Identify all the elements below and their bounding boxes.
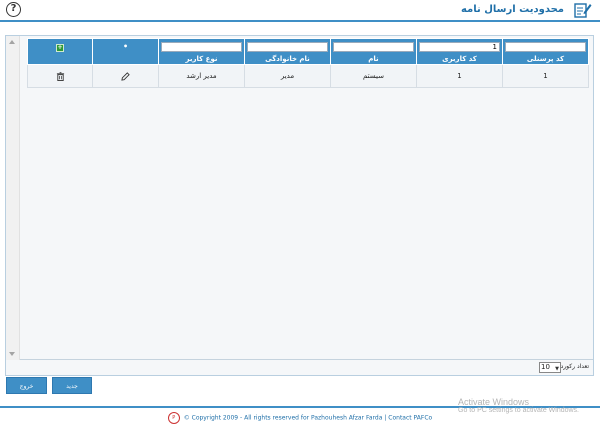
- windows-activation-watermark: Activate Windows Go to PC settings to ac…: [458, 397, 579, 414]
- header-divider: [0, 20, 600, 22]
- edit-document-icon: [574, 3, 592, 18]
- add-row-icon[interactable]: +: [56, 44, 64, 52]
- cell-last-name: مدیر: [244, 64, 331, 88]
- column-header-last-name: نام خانوادگی: [244, 38, 331, 65]
- contact-link[interactable]: Contact PAFCo: [388, 415, 432, 422]
- column-header-user-type: نوع کاربر: [158, 38, 245, 65]
- table-header-row: کد پرسنلی کد کاربری نام نام خانوادگی: [27, 38, 589, 65]
- grid-area: کد پرسنلی کد کاربری نام نام خانوادگی: [6, 36, 593, 360]
- filter-first-name-input[interactable]: [333, 42, 414, 52]
- column-header-first-name: نام: [330, 38, 417, 65]
- cell-delete: [27, 64, 93, 88]
- footer: P © Copyright 2009 - All rights reserved…: [0, 412, 600, 426]
- column-label: کد پرسنلی: [526, 55, 565, 63]
- column-label: نام: [368, 55, 379, 63]
- scroll-up-arrow-icon[interactable]: [9, 40, 15, 44]
- column-label: نام خانوادگی: [265, 55, 310, 63]
- page-title: محدودیت ارسال نامه: [460, 4, 564, 15]
- trash-icon[interactable]: [56, 71, 65, 81]
- users-table: کد پرسنلی کد کاربری نام نام خانوادگی: [27, 38, 589, 88]
- exit-button[interactable]: خروج: [6, 377, 47, 394]
- cell-user-type: مدیر ارشد: [158, 64, 245, 88]
- cell-personnel-code: 1: [502, 64, 589, 88]
- edit-column-mark: •: [122, 42, 129, 51]
- pafco-logo-icon: P: [167, 412, 180, 424]
- column-header-edit: •: [92, 38, 159, 65]
- pencil-icon[interactable]: [121, 71, 130, 81]
- cell-edit: [92, 64, 159, 88]
- column-header-user-code: کد کاربری: [416, 38, 503, 65]
- grid-panel: کد پرسنلی کد کاربری نام نام خانوادگی: [5, 35, 594, 376]
- pager: 10 ▼ تعداد رکورد: [6, 360, 593, 376]
- column-label: کد کاربری: [442, 55, 477, 63]
- column-label: نوع کاربر: [185, 55, 218, 63]
- page-size-value: 10: [541, 363, 550, 371]
- filter-user-type-input[interactable]: [161, 42, 242, 52]
- filter-user-code-input[interactable]: [419, 42, 500, 52]
- cell-user-code: 1: [416, 64, 503, 88]
- chevron-down-icon: ▼: [555, 366, 559, 372]
- new-button[interactable]: جدید: [52, 377, 92, 394]
- scroll-down-arrow-icon[interactable]: [9, 352, 15, 356]
- column-header-personnel-code: کد پرسنلی: [502, 38, 589, 65]
- cell-first-name: سیستم: [330, 64, 417, 88]
- copyright-text: © Copyright 2009 - All rights reserved f…: [183, 414, 383, 422]
- page-size-select[interactable]: 10 ▼: [539, 362, 561, 373]
- table-row[interactable]: 1 1 سیستم مدیر مدیر ارشد: [27, 64, 589, 88]
- watermark-title: Activate Windows: [458, 397, 530, 407]
- column-header-actions: +: [27, 38, 93, 65]
- filter-last-name-input[interactable]: [247, 42, 328, 52]
- help-icon[interactable]: ?: [6, 2, 21, 17]
- page-size-label: تعداد رکورد: [560, 363, 589, 370]
- watermark-subtitle: Go to PC settings to activate Windows.: [458, 407, 579, 414]
- top-bar: ? محدودیت ارسال نامه: [0, 0, 600, 20]
- vertical-scrollbar[interactable]: [6, 36, 20, 360]
- filter-personnel-code-input[interactable]: [505, 42, 586, 52]
